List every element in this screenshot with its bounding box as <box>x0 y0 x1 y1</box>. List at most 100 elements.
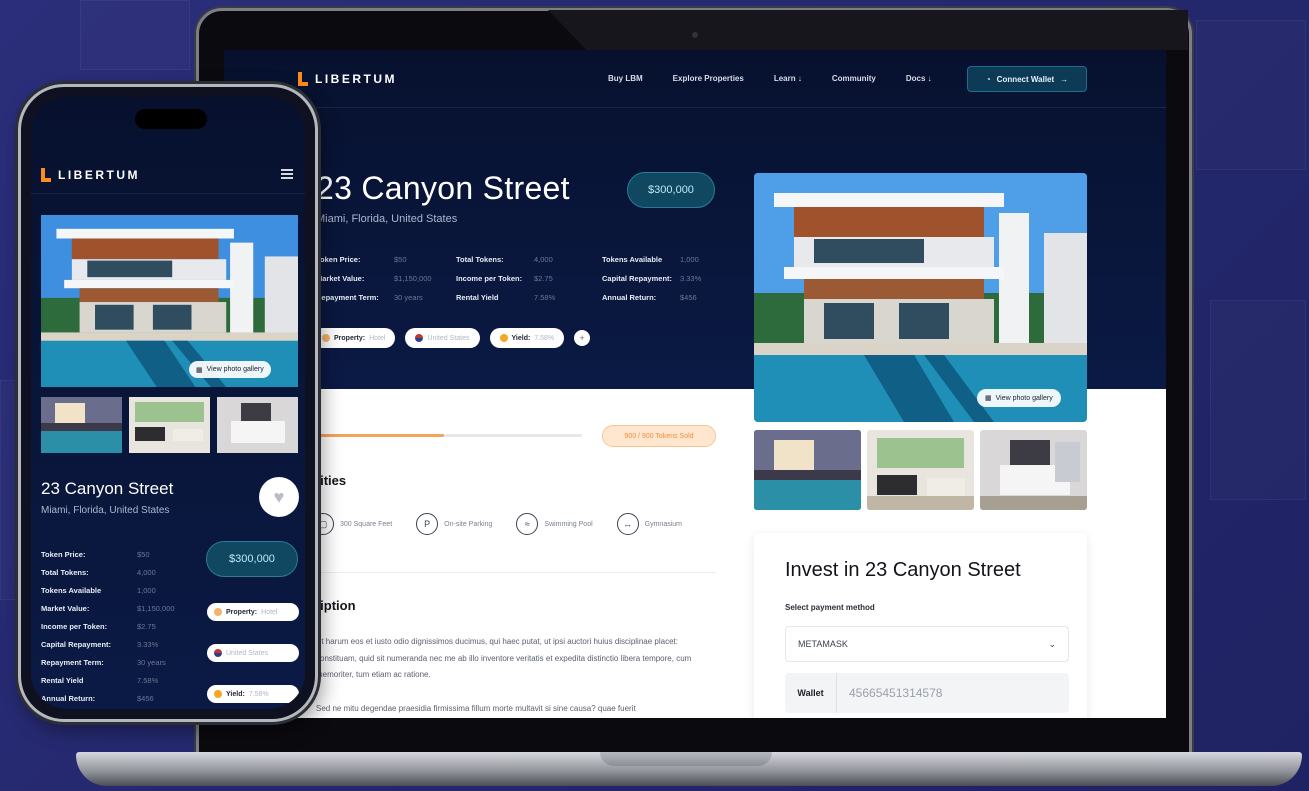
amenity-item: ↔ Gymnasium <box>616 513 682 535</box>
brand-logo-mobile[interactable]: LIBERTUM <box>41 168 140 182</box>
stat-label: Income per Token: <box>456 274 523 283</box>
stat-value: 1,000 <box>137 585 156 595</box>
building-icon <box>322 334 330 342</box>
property-chips: Property: Hotel United States Yield: 7.58%… <box>312 328 591 348</box>
property-stats: Token Price: $50 Total Tokens: 4,000 Token… <box>316 255 742 302</box>
property-location: Miami, Florida, United States <box>316 213 458 225</box>
parking-icon: P <box>416 513 439 535</box>
mobile-stats: Token Price: $50 Total Tokens: 4,000 Token… <box>41 545 175 707</box>
stat-value: 4,000 <box>137 567 156 577</box>
menu-icon[interactable] <box>281 169 293 181</box>
property-main-photo[interactable]: ▦ View photo gallery <box>754 173 1087 422</box>
yield-chip[interactable]: Yield: 7.58% <box>207 685 299 703</box>
stat-label: Repayment Term: <box>41 657 104 667</box>
dynamic-island <box>135 109 207 129</box>
coin-icon <box>214 690 222 698</box>
stat-label: Annual Return: <box>602 293 657 302</box>
chip-value: United States <box>427 334 470 342</box>
mobile-thumbnails <box>41 397 298 453</box>
stat-label: Rental Yield <box>456 293 499 302</box>
amenity-label: On-site Parking <box>444 520 493 528</box>
stat-item: Repayment Term: 30 years <box>41 653 175 671</box>
brand-name: LIBERTUM <box>315 72 397 86</box>
arrow-right-icon: → <box>1060 74 1069 84</box>
stat-value: $1,150,000 <box>137 603 175 613</box>
stat-item: Tokens Available 1,000 <box>41 581 175 599</box>
stat-value: $2.75 <box>137 621 156 631</box>
stat-label: Tokens Available <box>41 585 102 595</box>
property-type-chip[interactable]: Property: Hotel <box>312 328 396 348</box>
nav-buy-lbm[interactable]: Buy LBM <box>608 74 643 83</box>
amenity-item: ≈ Swimming Pool <box>516 513 593 535</box>
stat-label: Total Tokens: <box>456 255 504 264</box>
laptop-screen: LIBERTUM Buy LBM Explore Properties Lear… <box>224 50 1166 718</box>
stat-item: Repayment Term: 30 years <box>316 293 456 302</box>
chip-value: Hotel <box>369 334 386 342</box>
amenities-list: ▢ 300 Square Feet P On-site Parking ≈ Swimm… <box>312 513 682 535</box>
house-photo <box>754 173 1087 422</box>
connect-wallet-button[interactable]: ◔ Connect Wallet → <box>967 66 1087 92</box>
amenity-item: P On-site Parking <box>416 513 492 535</box>
more-chips-button[interactable]: + <box>574 330 591 346</box>
progress-fill <box>316 434 444 437</box>
nav-explore-properties[interactable]: Explore Properties <box>673 74 744 83</box>
payment-method-select[interactable]: METAMASK ⌄ <box>785 626 1069 662</box>
stat-value: $50 <box>137 549 150 559</box>
stat-item: Rental Yield 7.58% <box>41 671 175 689</box>
stat-item: Token Price: $50 <box>41 545 175 563</box>
camera-icon <box>692 32 698 38</box>
tokens-sold-badge: 900 / 900 Tokens Sold <box>602 425 716 447</box>
description-paragraph: Sed ne mitu degendae praesidia firmissim… <box>316 703 636 713</box>
thumbnail-image <box>41 397 122 453</box>
stat-item: Income per Token: $2.75 <box>41 617 175 635</box>
stat-item: Capital Repayment: 3.33% <box>602 274 742 283</box>
thumbnail-bedroom[interactable] <box>217 397 298 453</box>
stat-item: Market Value: $1,150,000 <box>41 599 175 617</box>
us-flag-icon <box>214 649 222 657</box>
view-gallery-button[interactable]: ▦ View photo gallery <box>189 361 271 378</box>
nav-docs[interactable]: Docs ↓ <box>906 74 932 83</box>
description-text: Et harum eos et iusto odio dignissimos d… <box>316 634 710 718</box>
background-tile <box>1210 300 1306 500</box>
country-chip[interactable]: United States <box>405 328 480 348</box>
favorite-heart-icon[interactable]: ♥ <box>259 477 299 517</box>
chip-label: Yield: <box>226 690 245 698</box>
mobile-main-photo[interactable]: ▦ View photo gallery <box>41 215 298 387</box>
brand-name: LIBERTUM <box>58 168 140 182</box>
thumbnail-pool[interactable] <box>41 397 122 453</box>
thumbnail-bedroom[interactable] <box>980 430 1087 510</box>
stat-value: 30 years <box>394 293 423 302</box>
nav-learn[interactable]: Learn ↓ <box>774 74 802 83</box>
stat-item: Annual Return: $456 <box>41 689 175 707</box>
country-chip[interactable]: United States <box>207 644 299 662</box>
stat-label: Token Price: <box>316 255 361 264</box>
property-type-chip[interactable]: Property: Hotel <box>207 603 299 621</box>
gallery-button-label: View photo gallery <box>206 366 264 373</box>
nav-community[interactable]: Community <box>832 74 876 83</box>
view-gallery-button[interactable]: ▦ View photo gallery <box>977 389 1061 407</box>
building-icon <box>214 608 222 616</box>
chip-label: Property: <box>226 608 258 616</box>
us-flag-icon <box>415 334 424 342</box>
wallet-icon: ◔ <box>985 74 991 84</box>
background-tile <box>1196 20 1306 170</box>
tokens-progress-bar <box>316 434 582 437</box>
yield-chip[interactable]: Yield: 7.58% <box>489 328 565 348</box>
chip-value: Hotel <box>261 608 278 616</box>
background-tile <box>80 0 190 70</box>
logo-icon <box>298 72 308 86</box>
brand-logo[interactable]: LIBERTUM <box>298 72 397 86</box>
thumbnail-pool[interactable] <box>754 430 861 510</box>
stat-value: 4,000 <box>534 255 553 264</box>
amenity-label: 300 Square Feet <box>340 520 393 528</box>
stat-item: Annual Return: $456 <box>602 293 742 302</box>
thumbnail-living-room[interactable] <box>867 430 974 510</box>
wallet-field[interactable]: Wallet 45665451314578 <box>785 673 1069 713</box>
stat-label: Total Tokens: <box>41 567 89 577</box>
stat-label: Repayment Term: <box>316 293 379 302</box>
laptop-bezel-shade <box>548 10 1188 50</box>
stat-value: 1,000 <box>680 255 699 264</box>
thumbnail-living-room[interactable] <box>129 397 210 453</box>
stat-value: 30 years <box>137 657 166 667</box>
phone-screen: LIBERTUM ▦ View photo gallery 23 Canyon … <box>31 97 305 709</box>
